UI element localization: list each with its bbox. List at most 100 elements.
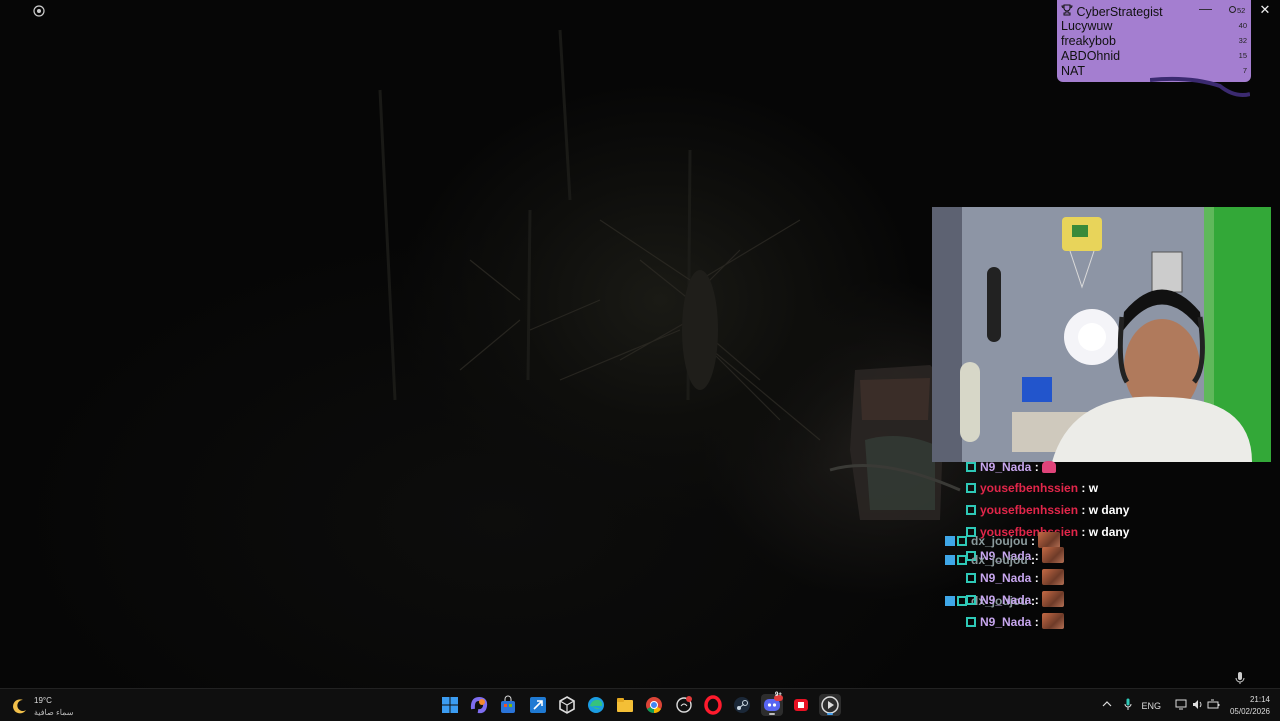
taskbar-opera-button[interactable] (702, 694, 724, 716)
microphone-icon[interactable] (1124, 698, 1132, 711)
chat-badge-icon (945, 555, 955, 565)
chat-badge-icon (966, 462, 976, 472)
chat-badge-icon (966, 573, 976, 583)
chat-emote-icon (1041, 569, 1064, 585)
dolphin-icon (676, 696, 692, 713)
trophy-icon (1061, 4, 1073, 16)
chat-message: N9_Nada : (966, 460, 1056, 478)
chevron-up-icon[interactable] (1102, 700, 1112, 708)
taskbar-start-button[interactable] (439, 694, 461, 716)
chat-username[interactable]: dx_joujou (971, 534, 1028, 548)
taskbar-discord-button[interactable]: 9+ (761, 692, 783, 716)
clock-time: 21:14 (1249, 695, 1270, 704)
chat-username[interactable]: N9_Nada (980, 571, 1031, 585)
chat-separator: : (1027, 553, 1036, 567)
clock[interactable]: 21:14 05/02/2026 (1220, 694, 1270, 718)
leaderboard-score: 32 (1238, 36, 1247, 45)
moon-icon (13, 699, 26, 714)
chat-badge-icon (945, 596, 955, 606)
chat-message: yousefbenhssien : w (966, 481, 1098, 499)
taskbar-edge-button[interactable] (585, 694, 607, 716)
close-button[interactable]: ✕ (1259, 2, 1271, 18)
chat-text: w (1085, 481, 1099, 495)
chat-separator: : (1031, 615, 1039, 629)
chat-separator: : (1031, 460, 1039, 474)
weather-temperature: 19°C (34, 696, 52, 705)
chat-username[interactable]: yousefbenhssien (980, 481, 1078, 495)
leaderboard-title: CyberStrategist (1061, 4, 1163, 19)
widget-decoration-icon (1150, 76, 1250, 97)
system-tray: ENG 21:14 05/02/2026 (1090, 689, 1280, 721)
taskbar-steam-button[interactable] (731, 694, 753, 716)
leaderboard-row: Lucywuw 40 (1061, 19, 1247, 34)
leaderboard-name: ABDOhnid (1061, 49, 1121, 63)
network-icon[interactable] (1175, 699, 1187, 710)
chat-badge-icon (966, 505, 976, 515)
taskbar-unity-button[interactable] (556, 694, 578, 716)
taskbar-visual-studio-button[interactable] (527, 694, 549, 716)
chat-text: w dany (1085, 525, 1130, 539)
chat-emote-icon (1041, 591, 1064, 607)
leaderboard-row: freakybob 32 (1061, 34, 1247, 49)
minimize-button[interactable]: — (1199, 1, 1212, 16)
weather-widget[interactable]: 19°C سماء صافية (10, 693, 110, 719)
visual-studio-icon (530, 697, 546, 713)
chat-username[interactable]: N9_Nada (980, 615, 1031, 629)
taskbar-chrome-button[interactable] (643, 694, 665, 716)
taskbar-file-explorer-button[interactable] (614, 694, 636, 716)
chat-badge-icon (966, 483, 976, 493)
chat-separator: : (1027, 534, 1036, 548)
store-icon (501, 695, 515, 713)
steam-icon (734, 697, 750, 713)
chat-message: yousefbenhssien : w dany (966, 503, 1129, 521)
chat-badge-icon (966, 595, 976, 605)
chat-emote-icon (1038, 532, 1061, 548)
leaderboard-top-name: CyberStrategist (1076, 5, 1163, 19)
chat-username[interactable]: N9_Nada (980, 593, 1031, 607)
notification-badge: 9+ (775, 692, 782, 698)
chat-message: N9_Nada : (966, 569, 1064, 587)
chat-username[interactable]: N9_Nada (980, 460, 1031, 474)
taskbar: 19°C سماء صافية 9+ ENG 21:14 05/02/2026 (0, 688, 1280, 721)
edge-icon (588, 697, 604, 713)
battery-icon[interactable] (1207, 699, 1220, 710)
clock-date: 05/02/2026 (1229, 707, 1270, 716)
leaderboard-name: Lucywuw (1061, 19, 1113, 33)
start-icon (442, 697, 458, 713)
copilot-icon (470, 696, 488, 714)
chat-message: N9_Nada : (966, 591, 1064, 609)
taskbar-store-button[interactable] (497, 694, 519, 716)
running-indicator (769, 713, 775, 715)
chrome-icon (646, 697, 662, 714)
speaker-icon[interactable] (1192, 699, 1204, 710)
leaderboard-name: NAT (1061, 64, 1086, 78)
viewer-leaderboard: CyberStrategist Lucywuw 40 freakybob 32 … (1057, 0, 1251, 82)
chat-username[interactable]: dx_joujou (971, 553, 1028, 567)
chat-text: w dany (1085, 503, 1130, 517)
leaderboard-score: 40 (1238, 21, 1247, 30)
viewer-count: 52 (1229, 6, 1245, 15)
stream-chat: N9_Nada : yousefbenhssien : w yousefbenhss… (945, 460, 1245, 640)
taskbar-dolphin-button[interactable] (673, 694, 695, 716)
leaderboard-name: freakybob (1061, 34, 1116, 48)
leaderboard-score: 15 (1238, 51, 1247, 60)
taskbar-copilot-button[interactable] (468, 694, 490, 716)
weather-description: سماء صافية (34, 708, 74, 717)
recorder-icon (794, 699, 808, 711)
leaderboard-score: 7 (1242, 66, 1247, 75)
taskbar-media-player-button[interactable] (819, 694, 841, 716)
leaderboard-row: ABDOhnid 15 (1061, 49, 1247, 64)
unity-icon (559, 696, 575, 714)
opera-icon (704, 695, 722, 715)
chat-emote-icon (1041, 461, 1056, 473)
taskbar-recorder-button[interactable] (790, 694, 812, 716)
running-indicator (827, 713, 833, 715)
language-indicator[interactable]: ENG (1141, 701, 1161, 711)
file-explorer-icon (617, 698, 633, 712)
chat-username[interactable]: yousefbenhssien (980, 503, 1078, 517)
chat-emote-icon (1041, 547, 1064, 563)
chat-badge-icon (945, 536, 955, 546)
recenter-icon[interactable] (32, 4, 46, 18)
microphone-icon[interactable] (1234, 671, 1246, 685)
chat-badge-icon (957, 555, 967, 565)
